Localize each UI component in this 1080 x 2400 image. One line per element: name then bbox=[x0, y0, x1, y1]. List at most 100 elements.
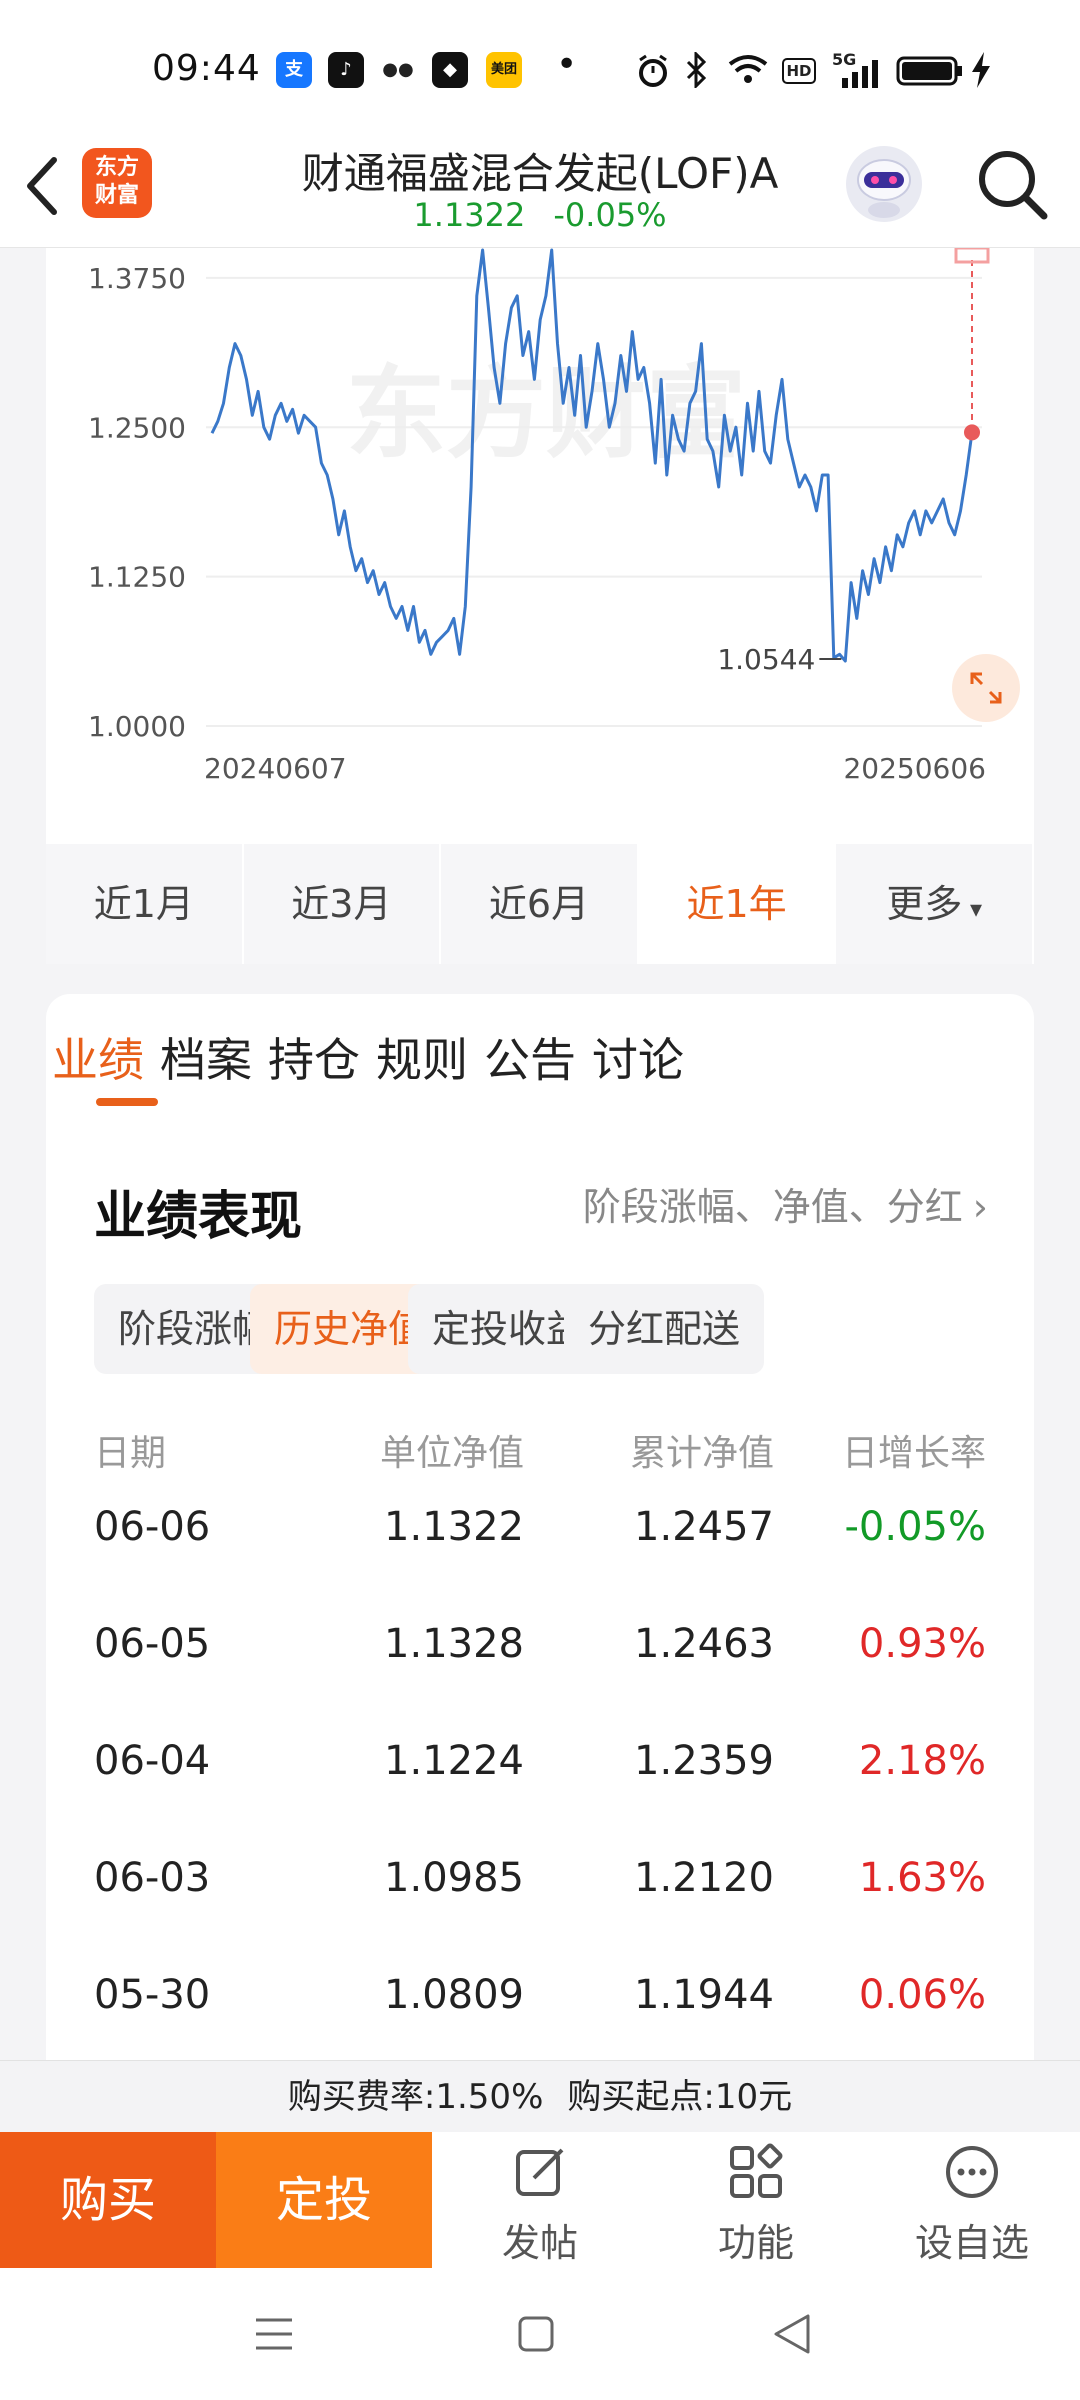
period-tab-4[interactable]: 更多 ▾ bbox=[836, 844, 1034, 964]
auto-invest-button[interactable]: 定投 bbox=[216, 2132, 432, 2268]
alarm-icon bbox=[639, 54, 667, 87]
function-label: 功能 bbox=[717, 2221, 794, 2265]
logo-text-bottom: 财富 bbox=[94, 183, 139, 208]
detail-tab-3[interactable]: 规则 bbox=[376, 1024, 468, 1090]
chevron-right-icon: › bbox=[972, 1185, 988, 1229]
col-daily-rate: 日增长率 bbox=[841, 1433, 986, 1474]
active-tab-indicator bbox=[96, 1098, 158, 1106]
back-nav-icon[interactable] bbox=[770, 2310, 814, 2358]
edit-icon bbox=[516, 2148, 564, 2196]
latest-tag-icon bbox=[954, 246, 990, 264]
y-tick-label: 1.3750 bbox=[88, 262, 186, 295]
function-button[interactable]: 功能 bbox=[648, 2132, 864, 2268]
fund-quote: 1.1322 -0.05% bbox=[180, 196, 900, 234]
app-icon: ◆ bbox=[432, 52, 468, 88]
search-icon[interactable] bbox=[974, 146, 1050, 222]
expand-chart-icon[interactable] bbox=[950, 652, 1022, 724]
watchlist-label: 设自选 bbox=[914, 2221, 1029, 2265]
detail-tabs: 业绩 档案 持仓 规则 公告 讨论 bbox=[46, 994, 1034, 1114]
fund-nav: 1.1322 bbox=[413, 196, 526, 234]
bottom-action-bar: 购买 定投 发帖 功能 设自选 bbox=[0, 2132, 1080, 2268]
detail-tab-1[interactable]: 档案 bbox=[160, 1024, 252, 1090]
section-more-label: 阶段涨幅、净值、分红 bbox=[582, 1185, 963, 1229]
signal-icon bbox=[842, 60, 878, 88]
period-label: 近6月 bbox=[488, 882, 590, 926]
watchlist-button[interactable]: 设自选 bbox=[864, 2132, 1080, 2268]
caret-down-icon: ▾ bbox=[962, 895, 983, 923]
buy-button[interactable]: 购买 bbox=[0, 2132, 216, 2268]
status-bar: 09:44 支 ♪ ●● ◆ 美团 • HD 5G bbox=[0, 0, 1080, 140]
grid-icon bbox=[730, 2143, 783, 2198]
row-total-nav: 1.2120 bbox=[634, 1855, 774, 1901]
section-title: 业绩表现 bbox=[94, 1187, 303, 1247]
row-daily-rate: 1.63% bbox=[858, 1855, 986, 1901]
col-total-nav: 累计净值 bbox=[629, 1433, 774, 1474]
period-label: 近1月 bbox=[93, 882, 194, 926]
back-icon[interactable] bbox=[22, 154, 62, 218]
row-date: 05-30 bbox=[94, 1972, 211, 2018]
bluetooth-icon bbox=[686, 52, 707, 88]
detail-tab-5[interactable]: 讨论 bbox=[592, 1024, 684, 1090]
post-label: 发帖 bbox=[501, 2221, 578, 2265]
period-label: 更多 bbox=[886, 882, 963, 926]
wifi-icon bbox=[728, 55, 768, 83]
period-tab-1[interactable]: 近3月 bbox=[244, 844, 442, 964]
row-total-nav: 1.2463 bbox=[634, 1621, 774, 1667]
section-more-link[interactable]: 阶段涨幅、净值、分红 › bbox=[583, 1176, 988, 1231]
battery-icon bbox=[896, 56, 962, 86]
period-tab-3[interactable]: 近1年 bbox=[638, 844, 837, 964]
alipay-icon: 支 bbox=[276, 52, 312, 88]
y-tick-label: 1.0000 bbox=[88, 710, 186, 743]
post-button[interactable]: 发帖 bbox=[432, 2132, 648, 2268]
row-date: 06-06 bbox=[94, 1504, 211, 1550]
performance-card: 业绩 档案 持仓 规则 公告 讨论 业绩表现 阶段涨幅、净值、分红 › 阶段涨幅 历史净值 定投… bbox=[46, 994, 1034, 2060]
row-total-nav: 1.2457 bbox=[634, 1504, 774, 1550]
col-date: 日期 bbox=[94, 1433, 167, 1474]
perf-subtabs: 阶段涨幅 历史净值 定投收益 分红配送 bbox=[94, 1284, 984, 1374]
period-label: 近1年 bbox=[686, 882, 787, 926]
row-total-nav: 1.2359 bbox=[634, 1738, 774, 1784]
min-value-label: 1.0544 bbox=[717, 643, 815, 676]
status-time: 09:44 bbox=[152, 48, 261, 89]
menu-icon[interactable] bbox=[252, 2312, 296, 2356]
meituan-icon: 美团 bbox=[486, 52, 522, 88]
x-tick-label: 20240607 bbox=[204, 752, 347, 785]
system-nav-bar bbox=[0, 2268, 1080, 2400]
row-date: 06-03 bbox=[94, 1855, 211, 1901]
period-tab-0[interactable]: 近1月 bbox=[46, 844, 244, 964]
row-daily-rate: 2.18% bbox=[858, 1738, 986, 1784]
home-icon[interactable] bbox=[514, 2312, 558, 2356]
fund-title: 财通福盛混合发起(LOF)A bbox=[301, 149, 779, 198]
row-daily-rate: 0.06% bbox=[858, 1972, 986, 2018]
robot-assistant-icon[interactable] bbox=[842, 140, 926, 224]
row-daily-rate: -0.05% bbox=[844, 1504, 986, 1550]
purchase-minimum: 购买起点:10元 bbox=[567, 2077, 793, 2117]
y-tick-label: 1.1250 bbox=[88, 561, 186, 594]
x-tick-label: 20250606 bbox=[843, 752, 986, 785]
detail-tab-4[interactable]: 公告 bbox=[484, 1024, 576, 1090]
row-daily-rate: 0.93% bbox=[858, 1621, 986, 1667]
period-label: 近3月 bbox=[291, 882, 392, 926]
y-tick-label: 1.2500 bbox=[88, 411, 186, 444]
purchase-fee: 购买费率:1.50% bbox=[287, 2077, 544, 2117]
nav-line-chart: 东方财富 1.3750 1.2500 1.1250 1.0000 20240607 202… bbox=[88, 246, 990, 785]
detail-tab-2[interactable]: 持仓 bbox=[268, 1024, 360, 1090]
row-date: 06-04 bbox=[94, 1738, 211, 1784]
row-total-nav: 1.1944 bbox=[634, 1972, 774, 2018]
fee-bar: 购买费率:1.50% 购买起点:10元 bbox=[0, 2060, 1080, 2132]
hd-badge: HD bbox=[782, 58, 816, 84]
period-tab-2[interactable]: 近6月 bbox=[441, 844, 639, 964]
fund-header: 东方 财富 财通福盛混合发起(LOF)A 1.1322 -0.05% bbox=[0, 140, 1080, 248]
perf-subtab-3[interactable]: 分红配送 bbox=[564, 1284, 765, 1374]
fund-change: -0.05% bbox=[553, 196, 667, 234]
nav-chart-card: 东方财富 1.3750 1.2500 1.1250 1.0000 20240607 202… bbox=[46, 246, 1034, 844]
douyin-icon: ♪ bbox=[328, 52, 364, 88]
period-selector: 近1月 近3月 近6月 近1年 更多 ▾ bbox=[46, 844, 1034, 964]
latest-point bbox=[964, 424, 980, 441]
logo-text-top: 东方 bbox=[94, 155, 139, 180]
more-circle-icon bbox=[946, 2146, 998, 2198]
chart-watermark: 东方财富 bbox=[346, 355, 746, 472]
detail-tab-0[interactable]: 业绩 bbox=[52, 1024, 144, 1090]
row-date: 06-05 bbox=[94, 1621, 211, 1667]
wechat-icon: ●● bbox=[382, 59, 414, 80]
